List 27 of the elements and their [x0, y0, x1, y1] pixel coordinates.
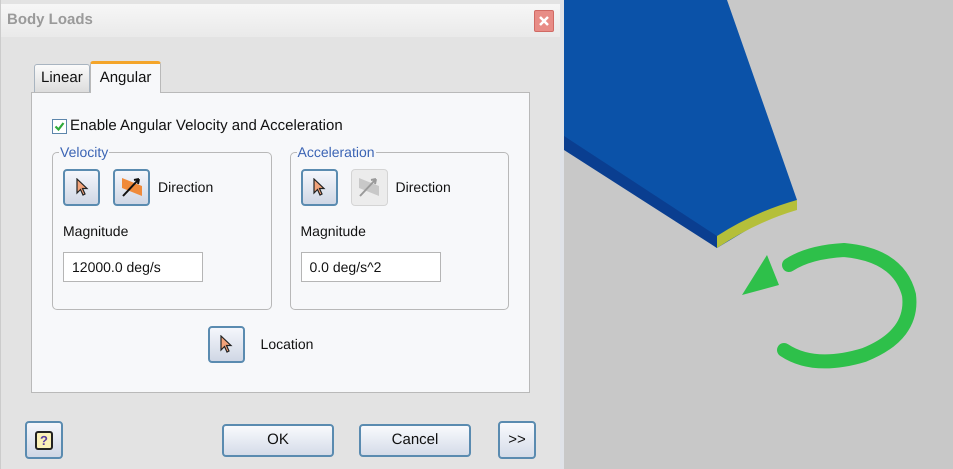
dialog-button[interactable]: OK — [222, 424, 334, 456]
pointer-icon — [312, 178, 326, 196]
dialog-button[interactable]: Cancel — [359, 424, 471, 456]
tab[interactable]: Angular — [90, 61, 162, 93]
more-button[interactable]: >> — [498, 421, 536, 459]
tab[interactable]: Linear — [34, 64, 90, 92]
magnitude-label: Magnitude — [300, 222, 366, 241]
check-icon — [54, 120, 65, 132]
checkbox-label: Enable Angular Velocity and Acceleration — [70, 116, 343, 136]
location-label: Location — [260, 334, 314, 354]
select-button[interactable] — [208, 326, 245, 362]
help-icon: ? — [35, 430, 53, 450]
pointer-icon — [219, 335, 234, 353]
pointer-icon — [74, 178, 88, 196]
select-button[interactable] — [300, 168, 338, 206]
magnitude-label: Magnitude — [63, 222, 128, 241]
checkbox[interactable] — [52, 118, 67, 134]
close-icon — [538, 14, 550, 26]
help-button[interactable]: ? — [25, 421, 63, 459]
direction-label: Direction — [158, 178, 214, 196]
select-button[interactable] — [63, 168, 100, 206]
magnitude-field[interactable]: 0.0 deg/s^2 — [300, 252, 440, 282]
close-button[interactable] — [534, 10, 554, 32]
direction-label: Direction — [396, 178, 451, 196]
magnitude-field[interactable]: 12000.0 deg/s — [63, 252, 203, 282]
direction-button[interactable] — [113, 168, 150, 206]
window-title: Body Loads — [7, 10, 93, 30]
